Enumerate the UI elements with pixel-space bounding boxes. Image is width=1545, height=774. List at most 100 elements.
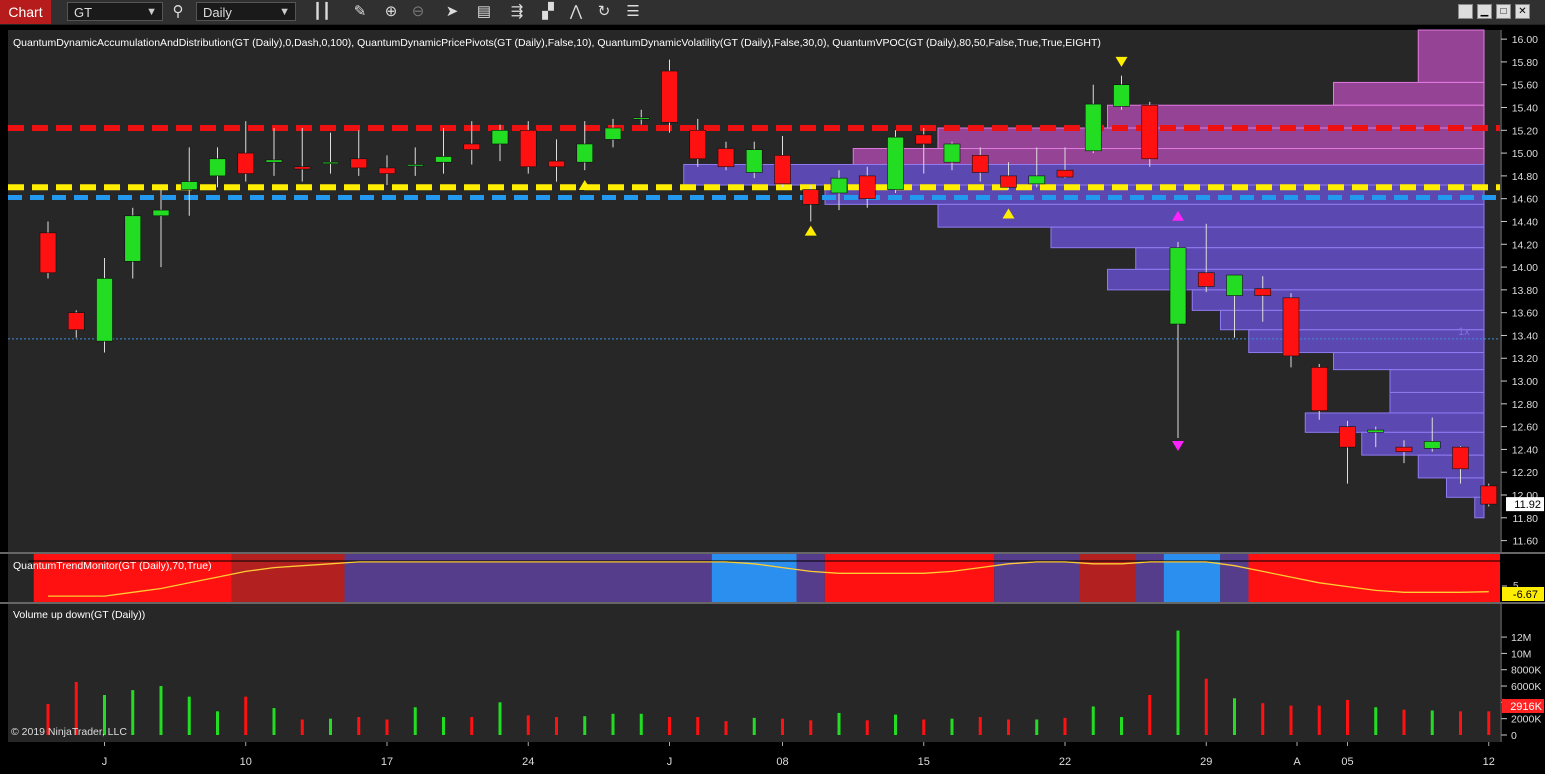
candle-body (406, 164, 424, 167)
volume-tick: 8000K (1511, 665, 1541, 677)
volume-bar (1487, 711, 1491, 735)
volume-bar (1063, 717, 1067, 735)
candle-body (632, 117, 650, 120)
time-tick: 10 (240, 756, 252, 768)
instrument-selector[interactable]: GT ▼ (67, 2, 163, 21)
poc-marker: 1x (1458, 326, 1470, 338)
volume-bar (442, 717, 445, 735)
vpoc-lower-bar (1135, 247, 1485, 270)
panel-divider[interactable] (0, 602, 1545, 604)
volume-tick: 10M (1511, 648, 1531, 660)
volume-label: Volume up down(GT (Daily)) (13, 609, 145, 621)
volume-bar (837, 712, 841, 735)
data-box-icon[interactable]: ▤ (474, 2, 494, 22)
price-tick: 15.40 (1512, 103, 1538, 115)
candle-body (209, 158, 226, 177)
volume-bar (357, 717, 361, 735)
chart-area[interactable]: QuantumDynamicAccumulationAndDistributio… (0, 24, 1545, 774)
volume-bar (272, 708, 276, 735)
price-tick: 12.80 (1512, 399, 1538, 411)
zoom-in-icon[interactable]: ⊕ (381, 2, 401, 22)
volume-bar (724, 721, 728, 735)
candle-body (1141, 104, 1159, 160)
vpoc-upper-bar (1417, 29, 1485, 83)
time-tick: A (1293, 756, 1301, 768)
strategies-icon[interactable]: ⇶ (507, 2, 527, 22)
price-tick: 13.60 (1512, 308, 1538, 320)
vpoc-upper-bar (1333, 81, 1485, 106)
candle-body (1056, 169, 1074, 178)
candle-body (604, 127, 622, 140)
search-icon[interactable]: ⚲ (168, 2, 188, 22)
volume-bar (1204, 678, 1208, 735)
price-tick: 15.20 (1512, 125, 1538, 137)
candle-body (435, 156, 452, 163)
candle-body (1310, 367, 1328, 411)
minimize-icon-button[interactable]: ▁ (1477, 4, 1492, 19)
price-tick: 14.40 (1512, 216, 1538, 228)
panel-divider[interactable] (0, 552, 1545, 554)
chart-tab[interactable]: Chart (0, 0, 51, 24)
time-tick: 15 (918, 756, 930, 768)
candle-body (350, 158, 368, 169)
candle-body (519, 129, 537, 168)
vpoc-upper-bar (1107, 104, 1485, 129)
price-tick: 14.60 (1512, 194, 1538, 206)
vpoc-lower-bar (1050, 226, 1485, 249)
candle-body (774, 155, 791, 185)
maximize-button[interactable]: □ (1496, 4, 1511, 19)
toolbar: Chart GT ▼ ⚲ Daily ▼ ┃┃ ✎ ⊕ ⊖ ➤ ▤ ⇶ ▞ ⋀ … (0, 0, 1545, 25)
candle-body (67, 312, 85, 331)
candle-body (1226, 274, 1243, 296)
volume-bar (498, 702, 502, 735)
candle-body (1395, 446, 1413, 453)
volume-bar (1007, 719, 1010, 735)
last-price-tag: 11.92 (1506, 497, 1544, 512)
candle-body (1254, 288, 1272, 296)
time-tick: 22 (1059, 756, 1071, 768)
volume-tick: 6000K (1511, 681, 1541, 693)
candle-body (265, 159, 283, 163)
candle-body (1480, 485, 1498, 505)
pointer-icon[interactable]: ➤ (442, 2, 462, 22)
refresh-icon[interactable]: ↻ (594, 2, 614, 22)
volume-bar (752, 717, 756, 735)
properties-icon[interactable]: ☰ (623, 2, 643, 22)
close-button[interactable]: ✕ (1515, 4, 1530, 19)
volume-bar (639, 713, 643, 735)
candle-body (1339, 426, 1356, 448)
pencil-icon[interactable]: ✎ (350, 2, 370, 22)
price-tick: 15.60 (1512, 80, 1538, 92)
period-selector[interactable]: Daily ▼ (196, 2, 296, 21)
candle-body (378, 167, 396, 174)
bar-style-icon[interactable]: ┃┃ (312, 2, 332, 22)
minimize-button[interactable] (1458, 4, 1473, 19)
volume-tick: 0 (1511, 730, 1517, 742)
indicators-icon[interactable]: ⋀ (566, 2, 586, 22)
vpoc-lower-bar (937, 203, 1485, 228)
volume-bar (950, 718, 954, 735)
time-tick: 17 (381, 756, 393, 768)
volume-bar (1035, 719, 1039, 735)
price-tick: 14.80 (1512, 171, 1538, 183)
price-tick: 15.80 (1512, 57, 1538, 69)
price-tick: 16.00 (1512, 34, 1538, 46)
volume-tick: 2000K (1511, 714, 1541, 726)
candle-body (463, 143, 481, 150)
trend-value-tag: -6.67 (1502, 587, 1544, 601)
volume-bar (1374, 707, 1378, 735)
time-tick: J (102, 756, 108, 768)
templates-icon[interactable]: ▞ (538, 2, 558, 22)
volume-axis: 12M10M8000K6000K4000K2000K0 (1500, 604, 1541, 742)
time-axis[interactable] (0, 742, 1545, 774)
volume-bar (1317, 705, 1321, 735)
volume-bar (1233, 698, 1236, 735)
candle-body (971, 155, 989, 173)
volume-bar (526, 715, 530, 735)
vpoc-lower-bar (1107, 268, 1485, 291)
volume-bar (187, 696, 191, 735)
price-tick: 11.60 (1513, 536, 1539, 548)
zoom-out-icon[interactable]: ⊖ (408, 2, 428, 22)
instrument-value: GT (74, 5, 93, 20)
price-tick: 14.00 (1512, 262, 1538, 274)
